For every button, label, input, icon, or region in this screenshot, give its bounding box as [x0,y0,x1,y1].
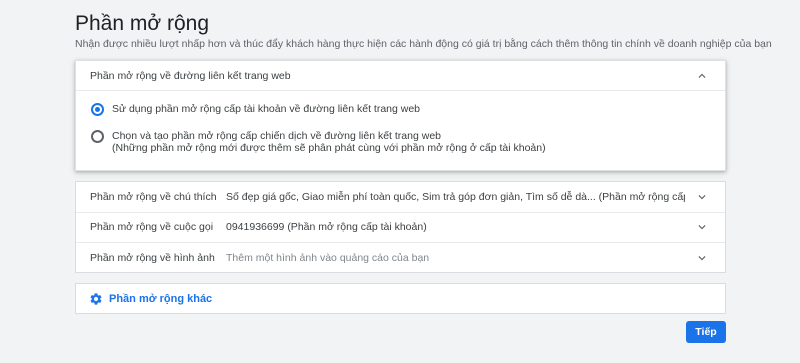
chevron-up-icon[interactable] [695,69,709,83]
radio-option-campaign-level[interactable]: Chọn và tạo phần mở rộng cấp chiến dịch … [91,130,546,154]
extension-row-callout[interactable]: Phần mở rộng về chú thích Số đẹp giá gốc… [76,182,725,213]
extension-value: 0941936699 (Phần mở rộng cấp tài khoản) [226,221,427,234]
more-extensions-label: Phần mở rộng khác [109,292,213,305]
extension-value: Thêm một hình ảnh vào quảng cáo của bạn [226,252,430,265]
chevron-down-icon[interactable] [695,190,709,204]
more-extensions-link[interactable]: Phần mở rộng khác [89,292,212,306]
more-extensions-card: Phần mở rộng khác [75,283,726,314]
radio-button[interactable] [91,130,104,143]
page-title: Phần mở rộng [75,12,210,35]
sitelink-panel-title: Phần mở rộng về đường liên kết trang web [90,69,291,82]
gear-icon [90,292,102,305]
radio-option-account-level[interactable]: Sử dụng phần mở rộng cấp tài khoản về đư… [91,103,420,116]
radio-option-sublabel: (Những phần mở rộng mới được thêm sẽ phâ… [112,142,546,154]
chevron-down-icon[interactable] [695,251,709,265]
next-button[interactable]: Tiếp [686,321,726,343]
extension-label: Phần mở rộng về hình ảnh [90,252,215,265]
extensions-list: Phần mở rộng về chú thích Số đẹp giá gốc… [75,181,726,273]
extension-row-call[interactable]: Phần mở rộng về cuộc gọi 0941936699 (Phầ… [76,213,725,244]
radio-option-label: Chọn và tạo phần mở rộng cấp chiến dịch … [112,130,441,142]
extension-label: Phần mở rộng về chú thích [90,190,217,203]
sitelink-extension-panel: Phần mở rộng về đường liên kết trang web… [75,60,726,171]
page-subtitle: Nhận được nhiều lượt nhấp hơn và thúc đẩ… [75,38,772,50]
sitelink-panel-header[interactable]: Phần mở rộng về đường liên kết trang web [76,61,725,91]
extension-value: Số đẹp giá gốc, Giao miễn phí toàn quốc,… [226,190,685,203]
radio-button-selected[interactable] [91,103,104,116]
extension-label: Phần mở rộng về cuộc gọi [90,221,214,234]
radio-option-label: Sử dụng phần mở rộng cấp tài khoản về đư… [112,103,421,115]
extension-row-image[interactable]: Phần mở rộng về hình ảnh Thêm một hình ả… [76,243,725,274]
chevron-down-icon[interactable] [695,220,709,234]
